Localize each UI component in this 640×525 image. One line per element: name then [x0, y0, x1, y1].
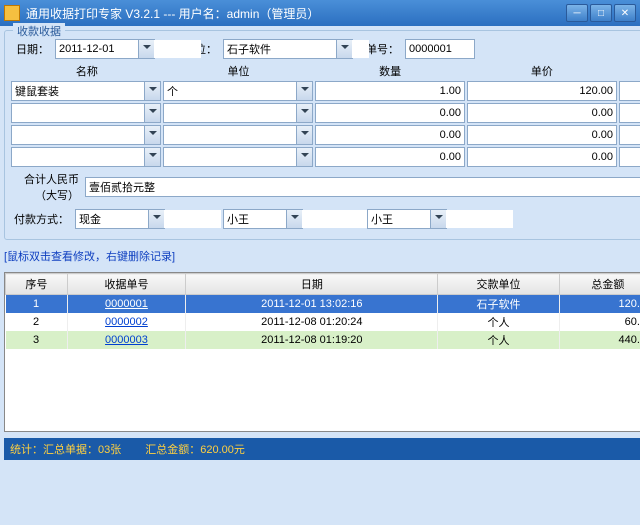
- chevron-down-icon[interactable]: [296, 104, 312, 122]
- line-unit-field[interactable]: [163, 81, 313, 101]
- line-name-field[interactable]: [11, 147, 161, 167]
- col-payer[interactable]: 交款单位: [438, 274, 559, 295]
- chevron-down-icon[interactable]: [430, 210, 446, 228]
- paymethod-label: 付款方式：: [11, 211, 71, 227]
- col-billno[interactable]: 收据单号: [67, 274, 186, 295]
- window-title: 通用收据打印专家 V3.2.1 --- 用户名：admin（管理员）: [26, 5, 566, 22]
- chevron-down-icon[interactable]: [296, 148, 312, 166]
- col-seq[interactable]: 序号: [6, 274, 68, 295]
- line-amount-field[interactable]: [619, 125, 640, 145]
- chevron-down-icon[interactable]: [144, 126, 160, 144]
- maximize-button[interactable]: □: [590, 4, 612, 22]
- payer-field[interactable]: [223, 39, 353, 59]
- app-icon: [4, 5, 20, 21]
- line-price-field[interactable]: [467, 125, 617, 145]
- chevron-down-icon[interactable]: [336, 40, 352, 58]
- table-row[interactable]: 200000022011-12-08 01:20:24个人60.00现金小王: [6, 313, 640, 331]
- line-qty-field[interactable]: [315, 147, 465, 167]
- status-bar: 统计：汇总单据：03张 汇总金额：620.00元: [4, 438, 640, 460]
- chevron-down-icon[interactable]: [148, 210, 164, 228]
- status-count: 统计：汇总单据：03张: [10, 441, 121, 457]
- line-item-row: [11, 81, 640, 101]
- receipt-form-group: 收款收据 日期： 交款单位： 单号： 名称单位 数量单价 金额备注 合计人民币 …: [4, 30, 640, 240]
- records-table[interactable]: 序号收据单号日期交款单位总金额付款方式会计收款人100000012011-12-…: [4, 272, 640, 432]
- line-item-row: [11, 125, 640, 145]
- col-date[interactable]: 日期: [186, 274, 438, 295]
- line-qty-field[interactable]: [315, 125, 465, 145]
- line-qty-field[interactable]: [315, 103, 465, 123]
- line-name-field[interactable]: [11, 81, 161, 101]
- chevron-down-icon[interactable]: [144, 148, 160, 166]
- table-row[interactable]: 100000012011-12-01 13:02:16石子软件120.00现金小…: [6, 295, 640, 314]
- total-cn-field[interactable]: [85, 177, 640, 197]
- date-label: 日期：: [11, 41, 51, 57]
- col-total[interactable]: 总金额: [559, 274, 640, 295]
- line-amount-field[interactable]: [619, 81, 640, 101]
- date-field[interactable]: [55, 39, 155, 59]
- account-field[interactable]: [223, 209, 303, 229]
- line-items-header: 名称单位 数量单价 金额备注: [11, 63, 640, 79]
- line-name-field[interactable]: [11, 103, 161, 123]
- titlebar: 通用收据打印专家 V3.2.1 --- 用户名：admin（管理员） ─ □ ✕: [0, 0, 640, 26]
- minimize-button[interactable]: ─: [566, 4, 588, 22]
- chevron-down-icon[interactable]: [296, 82, 312, 100]
- line-unit-field[interactable]: [163, 103, 313, 123]
- status-sum: 汇总金额：620.00元: [145, 441, 245, 457]
- line-qty-field[interactable]: [315, 81, 465, 101]
- chevron-down-icon[interactable]: [144, 104, 160, 122]
- close-button[interactable]: ✕: [614, 4, 636, 22]
- line-price-field[interactable]: [467, 81, 617, 101]
- line-amount-field[interactable]: [619, 147, 640, 167]
- line-name-field[interactable]: [11, 125, 161, 145]
- payee-field[interactable]: [367, 209, 447, 229]
- line-price-field[interactable]: [467, 103, 617, 123]
- chevron-down-icon[interactable]: [296, 126, 312, 144]
- line-unit-field[interactable]: [163, 147, 313, 167]
- line-amount-field[interactable]: [619, 103, 640, 123]
- line-item-row: [11, 103, 640, 123]
- total-cn-label: 合计人民币 （大写）: [11, 171, 81, 203]
- paymethod-field[interactable]: [75, 209, 165, 229]
- group-title: 收款收据: [13, 23, 65, 39]
- chevron-down-icon[interactable]: [138, 40, 154, 58]
- chevron-down-icon[interactable]: [286, 210, 302, 228]
- line-item-row: [11, 147, 640, 167]
- line-price-field[interactable]: [467, 147, 617, 167]
- table-row[interactable]: 300000032011-12-08 01:19:20个人440.00刷卡小王: [6, 331, 640, 349]
- line-unit-field[interactable]: [163, 125, 313, 145]
- billno-field[interactable]: [405, 39, 475, 59]
- records-hint: [鼠标双击查看修改，右键删除记录]: [4, 248, 640, 264]
- chevron-down-icon[interactable]: [144, 82, 160, 100]
